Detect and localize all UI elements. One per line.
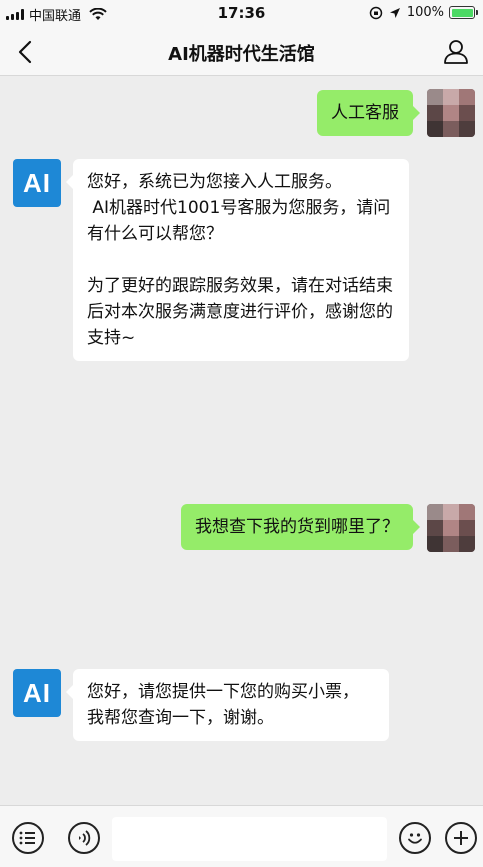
ai-avatar[interactable]: AI xyxy=(13,669,61,717)
battery-percent: 100% xyxy=(406,5,444,20)
menu-list-icon[interactable] xyxy=(12,822,44,854)
message-bubble-user[interactable]: 人工客服 xyxy=(317,90,420,136)
user-avatar[interactable] xyxy=(427,504,475,552)
message-bubble-bot[interactable]: 您好，系统已为您接入人工服务。 AI机器时代1001号客服为您服务，请问有什么可… xyxy=(66,159,409,361)
input-bar xyxy=(0,805,483,867)
message-input[interactable] xyxy=(112,817,387,861)
location-icon xyxy=(389,7,400,18)
page-title: AI机器时代生活馆 xyxy=(168,44,315,65)
status-right: 100% xyxy=(369,5,478,20)
status-bar: 中国联通 17:36 100% xyxy=(0,0,483,28)
plus-icon[interactable] xyxy=(445,822,477,854)
user-profile-icon[interactable] xyxy=(443,38,469,66)
ai-avatar[interactable]: AI xyxy=(13,159,61,207)
message-bubble-user[interactable]: 我想查下我的货到哪里了？ xyxy=(181,504,420,550)
nav-bar: AI机器时代生活馆 xyxy=(0,28,483,76)
battery-icon xyxy=(449,6,478,19)
orientation-lock-icon xyxy=(369,6,383,19)
user-avatar[interactable] xyxy=(427,89,475,137)
emoji-icon[interactable] xyxy=(399,822,431,854)
voice-icon[interactable] xyxy=(68,822,100,854)
message-bubble-bot[interactable]: 您好，请您提供一下您的购买小票，我帮您查询一下，谢谢。 xyxy=(66,669,389,741)
chat-area[interactable]: 人工客服 AI 您好，系统已为您接入人工服务。 AI机器时代1001号客服为您服… xyxy=(0,77,483,805)
